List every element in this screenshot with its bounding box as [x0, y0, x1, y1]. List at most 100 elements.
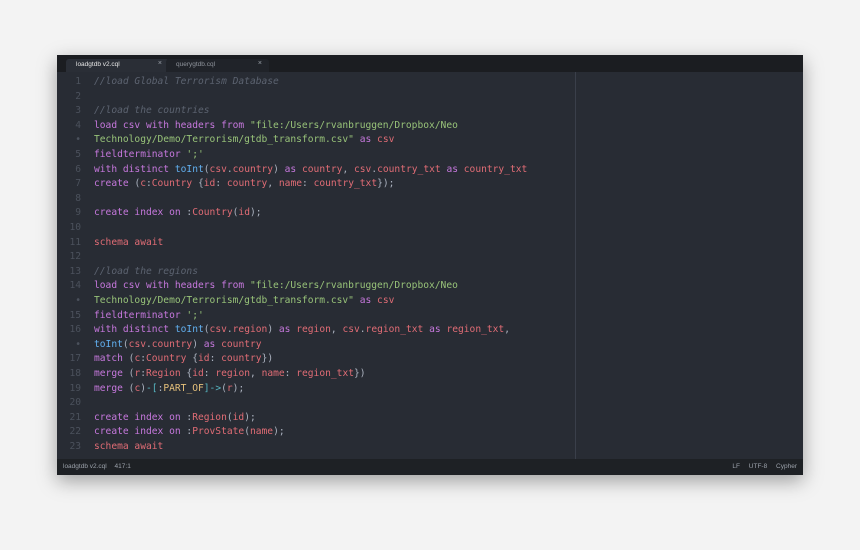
code-token: region_txt — [296, 368, 354, 379]
code-line[interactable]: 13 //load the regions — [57, 265, 803, 280]
code-line[interactable]: 10 — [57, 221, 803, 236]
close-icon[interactable]: × — [258, 60, 262, 67]
code-token: Country — [192, 207, 233, 219]
line-number: 21 — [69, 411, 81, 423]
line-number: 20 — [69, 397, 81, 409]
code-token: as — [446, 163, 458, 175]
code-token: region_txt — [365, 324, 424, 336]
code-text: toInt(csv.country) as country — [94, 338, 262, 353]
code-token: fieldterminator — [94, 149, 187, 160]
code-token: toInt — [174, 324, 204, 336]
line-number: • — [75, 295, 81, 306]
code-token: as — [429, 324, 441, 336]
code-text: fieldterminator ';' — [94, 148, 204, 163]
code-token: : — [215, 178, 227, 190]
code-token: match — [94, 353, 129, 365]
code-token: csv — [342, 324, 360, 336]
line-number: 1 — [75, 76, 81, 87]
syntax-mode[interactable]: Cypher — [776, 463, 797, 470]
code-line[interactable]: 14 load csv with headers from "file:/User… — [57, 279, 803, 294]
code-line[interactable]: 21 create index on :Region(id); — [57, 411, 803, 426]
code-text: load csv with headers from "file:/Users/… — [94, 119, 458, 134]
code-token: csv — [377, 134, 395, 146]
code-text: create index on :Region(id); — [94, 411, 256, 426]
code-line[interactable]: 1 //load Global Terrorism Database — [57, 75, 803, 90]
line-number: 12 — [69, 251, 81, 263]
code-line[interactable]: 3 //load the countries — [57, 104, 803, 119]
code-token: csv — [354, 163, 372, 175]
code-line[interactable]: 19 merge (c)-[:PART_OF]->(r); — [57, 382, 803, 397]
line-number: 19 — [69, 382, 81, 394]
cursor-position[interactable]: 417:1 — [115, 463, 131, 470]
code-token: Region — [192, 411, 227, 423]
code-token: id — [238, 207, 250, 219]
code-line[interactable]: 11 schema await — [57, 236, 803, 251]
code-token: //load Global Terrorism Database — [94, 76, 279, 87]
encoding[interactable]: UTF-8 — [749, 463, 767, 470]
code-token: Technology/Demo/Terrorism/gtdb_transform… — [94, 295, 354, 306]
code-token: "file:/Users/rvanbruggen/Dropbox/Neo — [249, 119, 458, 131]
code-token: toInt — [174, 163, 204, 175]
code-token: ); — [232, 382, 245, 394]
code-token: csv — [128, 338, 146, 350]
code-token: : — [302, 178, 314, 190]
code-line[interactable]: 18 merge (r:Region {id: region, name: reg… — [57, 367, 803, 382]
code-token: Country — [146, 353, 187, 365]
code-line[interactable]: 16 with distinct toInt(csv.region) as reg… — [57, 323, 803, 338]
code-line[interactable]: 4 load csv with headers from "file:/Users… — [57, 119, 803, 134]
code-token: ); — [249, 207, 262, 219]
code-token: Technology/Demo/Terrorism/gtdb_transform… — [94, 134, 354, 146]
code-line[interactable]: 15 fieldterminator ';' — [57, 309, 803, 324]
code-token: }) — [261, 353, 274, 365]
code-line[interactable]: 9 create index on :Country(id); — [57, 206, 803, 221]
close-icon[interactable]: × — [158, 60, 162, 67]
line-number: 11 — [69, 236, 81, 248]
code-token: Region — [146, 368, 181, 379]
code-token: ); — [244, 411, 256, 423]
code-token: fieldterminator — [94, 309, 187, 321]
code-token: id — [232, 411, 245, 423]
code-text: create index on :ProvState(name); — [94, 425, 285, 440]
line-number: 16 — [69, 324, 81, 336]
code-line[interactable]: • Technology/Demo/Terrorism/gtdb_transfor… — [57, 294, 803, 309]
code-line[interactable]: 17 match (c:Country {id: country}) — [57, 352, 803, 367]
line-ending[interactable]: LF — [732, 463, 740, 470]
tab-bar: loadgtdb v2.cql × querygtdb.cql × — [57, 55, 803, 72]
code-text: create index on :Country(id); — [94, 206, 262, 221]
code-token: country_txt — [463, 163, 528, 175]
code-line[interactable]: 7 create (c:Country {id: country, name: c… — [57, 177, 803, 192]
code-token: { — [192, 178, 204, 190]
code-text: schema await — [94, 236, 163, 251]
code-line[interactable]: 20 — [57, 396, 803, 411]
code-token: create index on — [94, 426, 187, 438]
code-token: ';' — [186, 309, 204, 321]
code-line[interactable]: 23 schema await — [57, 440, 803, 455]
code-text: merge (r:Region {id: region, name: regio… — [94, 367, 366, 382]
code-line[interactable]: 22 create index on :ProvState(name); — [57, 425, 803, 440]
code-text: create (c:Country {id: country, name: co… — [94, 177, 394, 192]
code-line[interactable]: • toInt(csv.country) as country — [57, 338, 803, 353]
line-number: • — [75, 134, 81, 146]
line-number: 5 — [75, 149, 81, 160]
line-number: 14 — [69, 280, 81, 292]
code-line[interactable]: 5 fieldterminator ';' — [57, 148, 803, 163]
code-text: merge (c)-[:PART_OF]->(r); — [94, 382, 244, 397]
code-token: : — [284, 368, 297, 379]
line-number: 4 — [75, 119, 81, 131]
code-line[interactable]: • Technology/Demo/Terrorism/gtdb_transfor… — [57, 133, 803, 148]
code-line[interactable]: 2 — [57, 90, 803, 105]
code-token: country — [232, 163, 274, 175]
tab-querygtdb[interactable]: querygtdb.cql × — [166, 59, 269, 72]
tab-loadgtdb[interactable]: loadgtdb v2.cql × — [66, 59, 169, 72]
status-bar: loadgtdb v2.cql 417:1 LF UTF-8 Cypher — [57, 459, 803, 475]
code-token: name — [261, 368, 285, 379]
code-editor[interactable]: 1 //load Global Terrorism Database 2 3//loa… — [57, 72, 803, 459]
code-line[interactable]: 8 — [57, 192, 803, 207]
code-line[interactable]: 6 with distinct toInt(csv.country) as cou… — [57, 163, 803, 178]
code-token: , — [330, 324, 343, 336]
line-number: 17 — [69, 353, 81, 365]
code-token: PART_OF — [163, 382, 204, 394]
status-filename: loadgtdb v2.cql — [63, 463, 107, 470]
line-number: 13 — [69, 265, 81, 277]
code-line[interactable]: 12 — [57, 250, 803, 265]
